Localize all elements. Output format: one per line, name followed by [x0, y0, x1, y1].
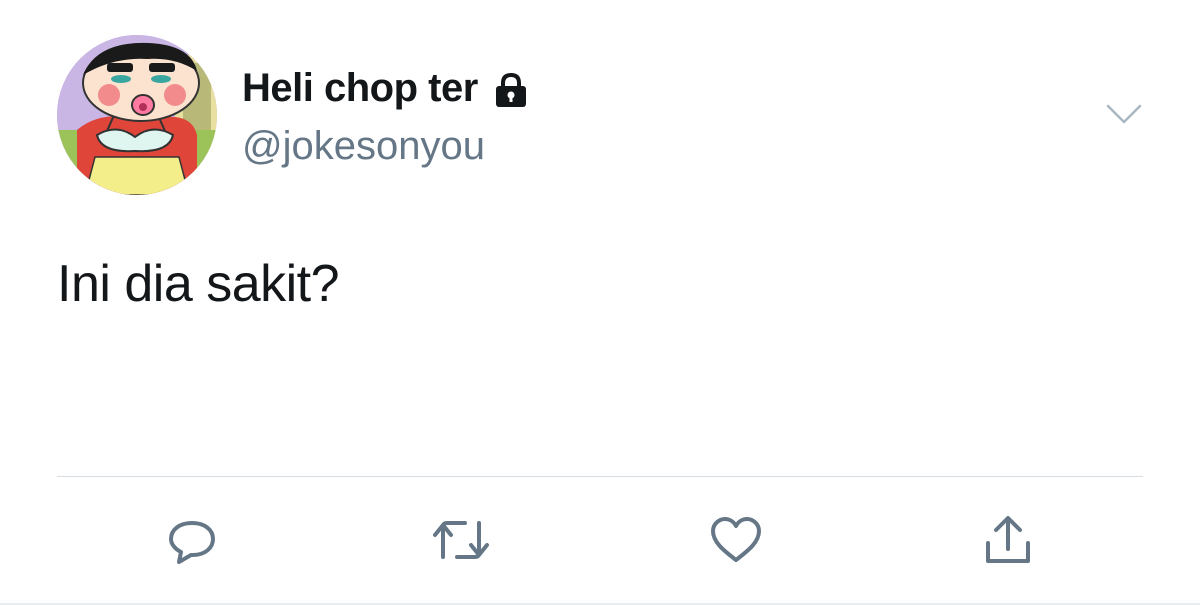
like-button[interactable] [706, 512, 766, 572]
tweet-text: Ini dia sakit? [57, 255, 340, 313]
share-button[interactable] [978, 512, 1038, 572]
retweet-icon [431, 517, 491, 568]
retweet-button[interactable] [431, 512, 491, 572]
divider [57, 476, 1143, 477]
avatar[interactable] [57, 35, 217, 195]
reply-button[interactable] [162, 512, 222, 572]
avatar-image [57, 35, 217, 195]
heart-icon [709, 516, 763, 569]
display-name[interactable]: Heli chop ter [242, 66, 478, 111]
handle[interactable]: @jokesonyou [242, 124, 485, 169]
reply-icon [167, 515, 217, 570]
chevron-down-icon[interactable] [1104, 100, 1144, 130]
author-row: Heli chop ter [242, 66, 530, 111]
lock-icon [492, 71, 530, 109]
tweet-card: Heli chop ter @jokesonyou Ini dia sakit? [0, 0, 1200, 605]
share-icon [982, 513, 1034, 572]
